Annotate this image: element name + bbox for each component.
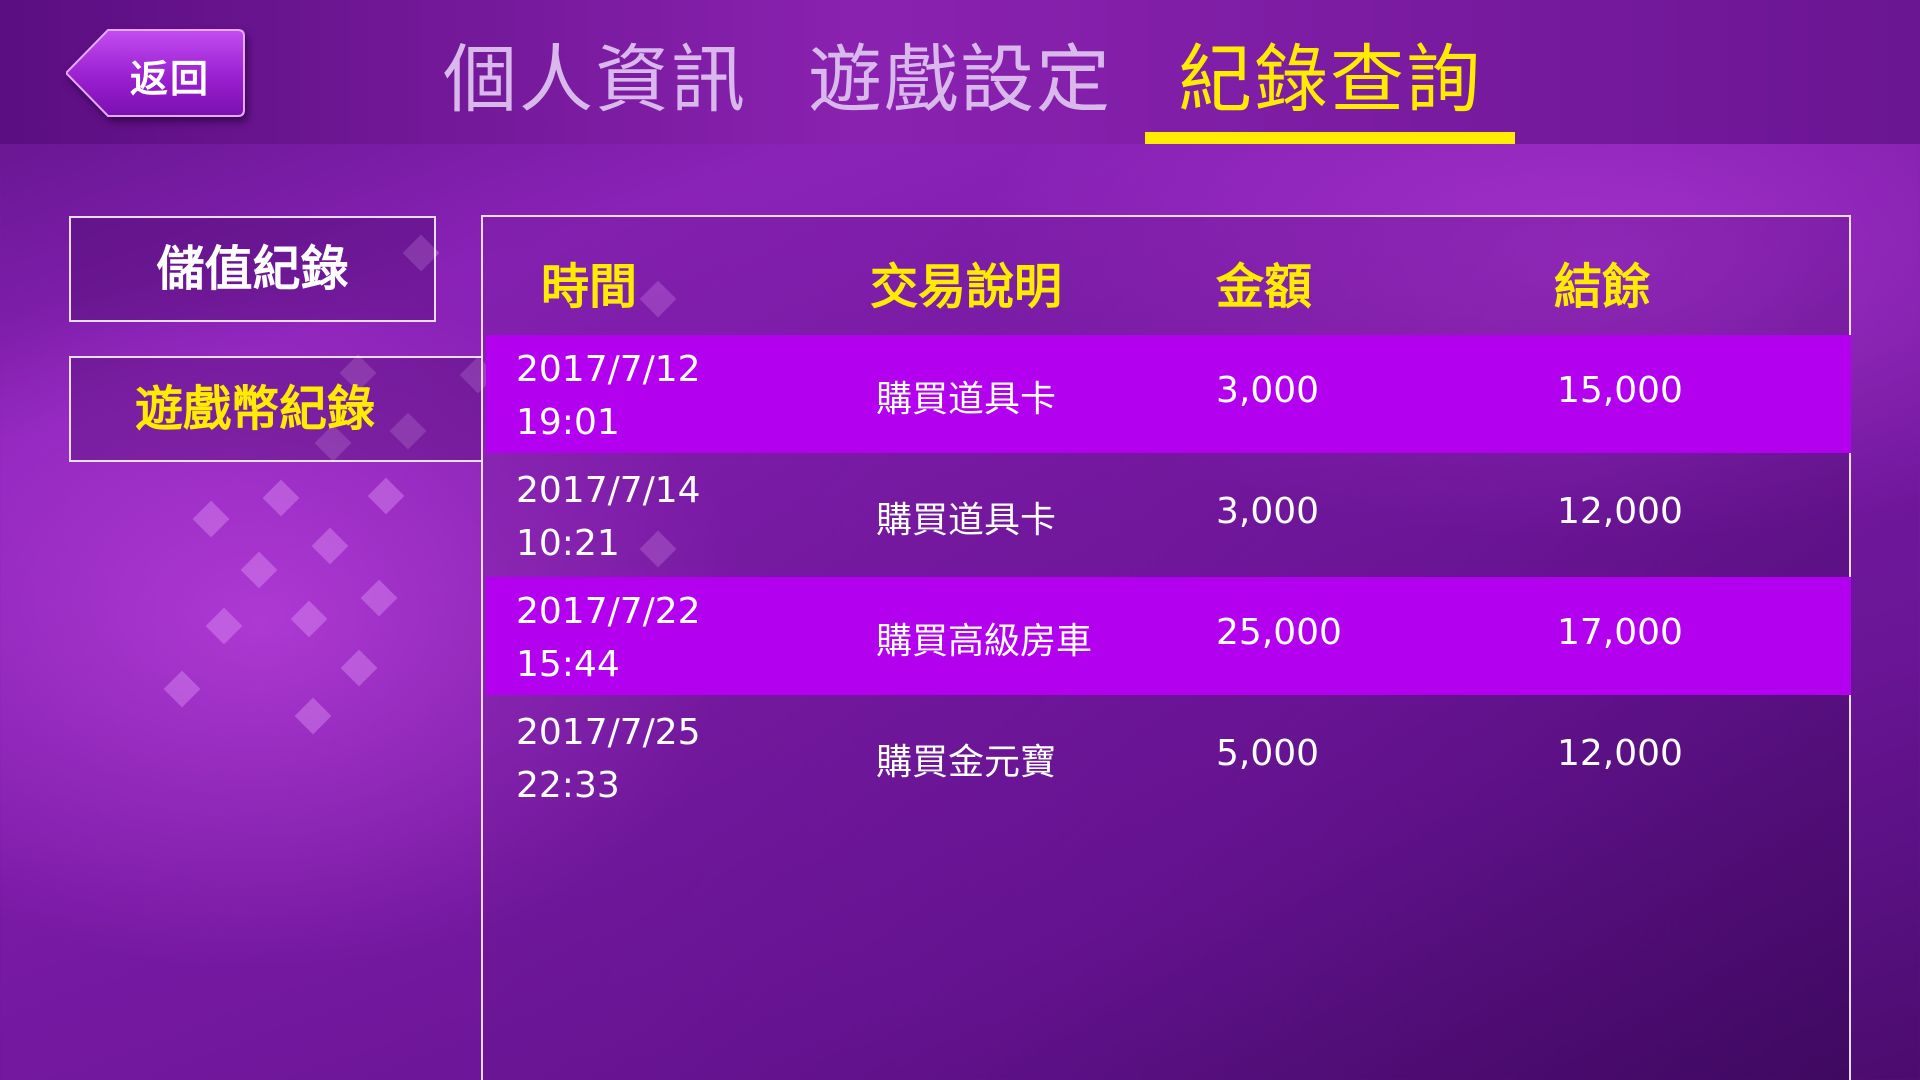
- row-amount: 5,000: [1216, 733, 1320, 774]
- tab-game-settings[interactable]: 遊戲設定: [805, 20, 1115, 144]
- table-row: 2017/7/14 10:21 購買道具卡 3,000 12,000: [486, 456, 1851, 574]
- row-time: 2017/7/25 22:33: [516, 706, 701, 812]
- tab-personal-info[interactable]: 個人資訊: [440, 20, 750, 144]
- column-header-amount: 金額: [1216, 259, 1313, 315]
- sidebar-item-game-coin-records[interactable]: 遊戲幣紀錄: [69, 356, 483, 462]
- row-amount: 25,000: [1216, 612, 1342, 653]
- row-balance: 17,000: [1557, 612, 1683, 653]
- table-row: 2017/7/12 19:01 購買道具卡 3,000 15,000: [486, 335, 1851, 453]
- row-time: 2017/7/14 10:21: [516, 464, 701, 570]
- column-header-description: 交易說明: [870, 259, 1063, 315]
- column-header-balance: 結餘: [1554, 259, 1651, 315]
- row-time: 2017/7/12 19:01: [516, 343, 701, 449]
- row-time: 2017/7/22 15:44: [516, 585, 701, 691]
- tab-record-query[interactable]: 紀錄查詢: [1175, 20, 1485, 144]
- back-button[interactable]: 返回: [66, 28, 246, 118]
- active-tab-indicator: [1145, 132, 1515, 144]
- row-date-text: 2017/7/14: [516, 470, 701, 511]
- row-balance: 12,000: [1557, 733, 1683, 774]
- row-balance: 12,000: [1557, 491, 1683, 532]
- row-time-text: 19:01: [516, 402, 620, 443]
- row-description: 購買高級房車: [876, 621, 1093, 662]
- row-amount: 3,000: [1216, 370, 1320, 411]
- records-table: 時間 交易說明 金額 結餘 2017/7/12 19:01 購買道具卡 3,00…: [481, 215, 1851, 1080]
- row-balance: 15,000: [1557, 370, 1683, 411]
- back-button-label: 返回: [130, 57, 211, 101]
- row-description: 購買道具卡: [876, 379, 1057, 420]
- row-time-text: 10:21: [516, 523, 620, 564]
- row-description: 購買道具卡: [876, 500, 1057, 541]
- row-date-text: 2017/7/12: [516, 349, 701, 390]
- table-row: 2017/7/25 22:33 購買金元寶 5,000 12,000: [486, 698, 1851, 816]
- row-amount: 3,000: [1216, 491, 1320, 532]
- row-time-text: 15:44: [516, 644, 620, 685]
- row-date-text: 2017/7/25: [516, 712, 701, 753]
- sidebar-item-deposit-records[interactable]: 儲值紀錄: [69, 216, 436, 322]
- table-row: 2017/7/22 15:44 購買高級房車 25,000 17,000: [486, 577, 1851, 695]
- column-header-time: 時間: [541, 259, 638, 315]
- row-description: 購買金元寶: [876, 742, 1057, 783]
- row-date-text: 2017/7/22: [516, 591, 701, 632]
- top-bar: 返回 個人資訊 遊戲設定 紀錄查詢: [0, 0, 1920, 144]
- row-time-text: 22:33: [516, 765, 620, 806]
